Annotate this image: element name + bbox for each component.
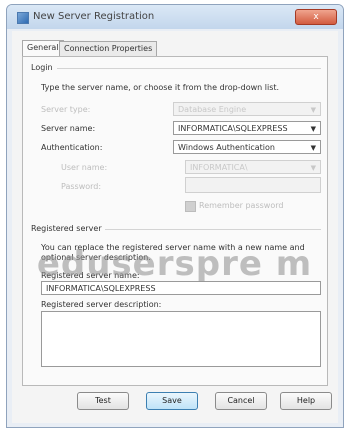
user-name-dropdown: INFORMATICA\ ▼ <box>185 160 321 174</box>
registered-server-description-label: Registered server description: <box>41 300 162 309</box>
registered-server-group-label: Registered server <box>31 224 102 233</box>
help-button[interactable]: Help <box>280 392 332 410</box>
chevron-down-icon: ▼ <box>310 106 316 114</box>
login-group-label: Login <box>31 63 53 72</box>
server-type-value: Database Engine <box>178 105 247 114</box>
watermark-overlay: eduserspre m <box>36 244 313 284</box>
dialog-client-area: General Connection Properties Login Type… <box>12 31 338 423</box>
password-field <box>185 177 321 193</box>
general-tab-panel: Login Type the server name, or choose it… <box>22 56 328 386</box>
tab-connection-properties[interactable]: Connection Properties <box>59 41 158 56</box>
new-server-registration-dialog: New Server Registration x General Connec… <box>6 4 344 428</box>
server-name-dropdown[interactable]: INFORMATICA\SQLEXPRESS ▼ <box>173 121 321 135</box>
server-type-dropdown: Database Engine ▼ <box>173 102 321 116</box>
server-name-value: INFORMATICA\SQLEXPRESS <box>178 124 288 133</box>
registered-server-group-divider <box>105 229 321 230</box>
chevron-down-icon[interactable]: ▼ <box>311 122 316 134</box>
chevron-down-icon: ▼ <box>310 164 316 172</box>
cancel-button[interactable]: Cancel <box>215 392 267 410</box>
server-type-label: Server type: <box>41 105 91 114</box>
test-button[interactable]: Test <box>77 392 129 410</box>
password-label: Password: <box>61 182 102 191</box>
login-instructions: Type the server name, or choose it from … <box>41 83 280 92</box>
authentication-dropdown[interactable]: Windows Authentication ▼ <box>173 140 321 154</box>
tab-general[interactable]: General <box>22 40 64 57</box>
login-group-divider <box>57 68 321 69</box>
remember-password-label: Remember password <box>199 201 284 210</box>
authentication-label: Authentication: <box>41 143 103 152</box>
app-icon <box>17 12 29 24</box>
close-button[interactable]: x <box>295 9 337 25</box>
chevron-down-icon[interactable]: ▼ <box>311 141 316 153</box>
user-name-label: User name: <box>61 163 108 172</box>
remember-password-checkbox <box>185 201 196 212</box>
registered-server-description-textarea[interactable] <box>41 311 321 367</box>
title-bar[interactable]: New Server Registration x <box>7 5 343 29</box>
save-button[interactable]: Save <box>146 392 198 410</box>
user-name-value: INFORMATICA\ <box>190 163 248 172</box>
server-name-label: Server name: <box>41 124 96 133</box>
window-title: New Server Registration <box>33 11 155 22</box>
authentication-value: Windows Authentication <box>178 143 275 152</box>
